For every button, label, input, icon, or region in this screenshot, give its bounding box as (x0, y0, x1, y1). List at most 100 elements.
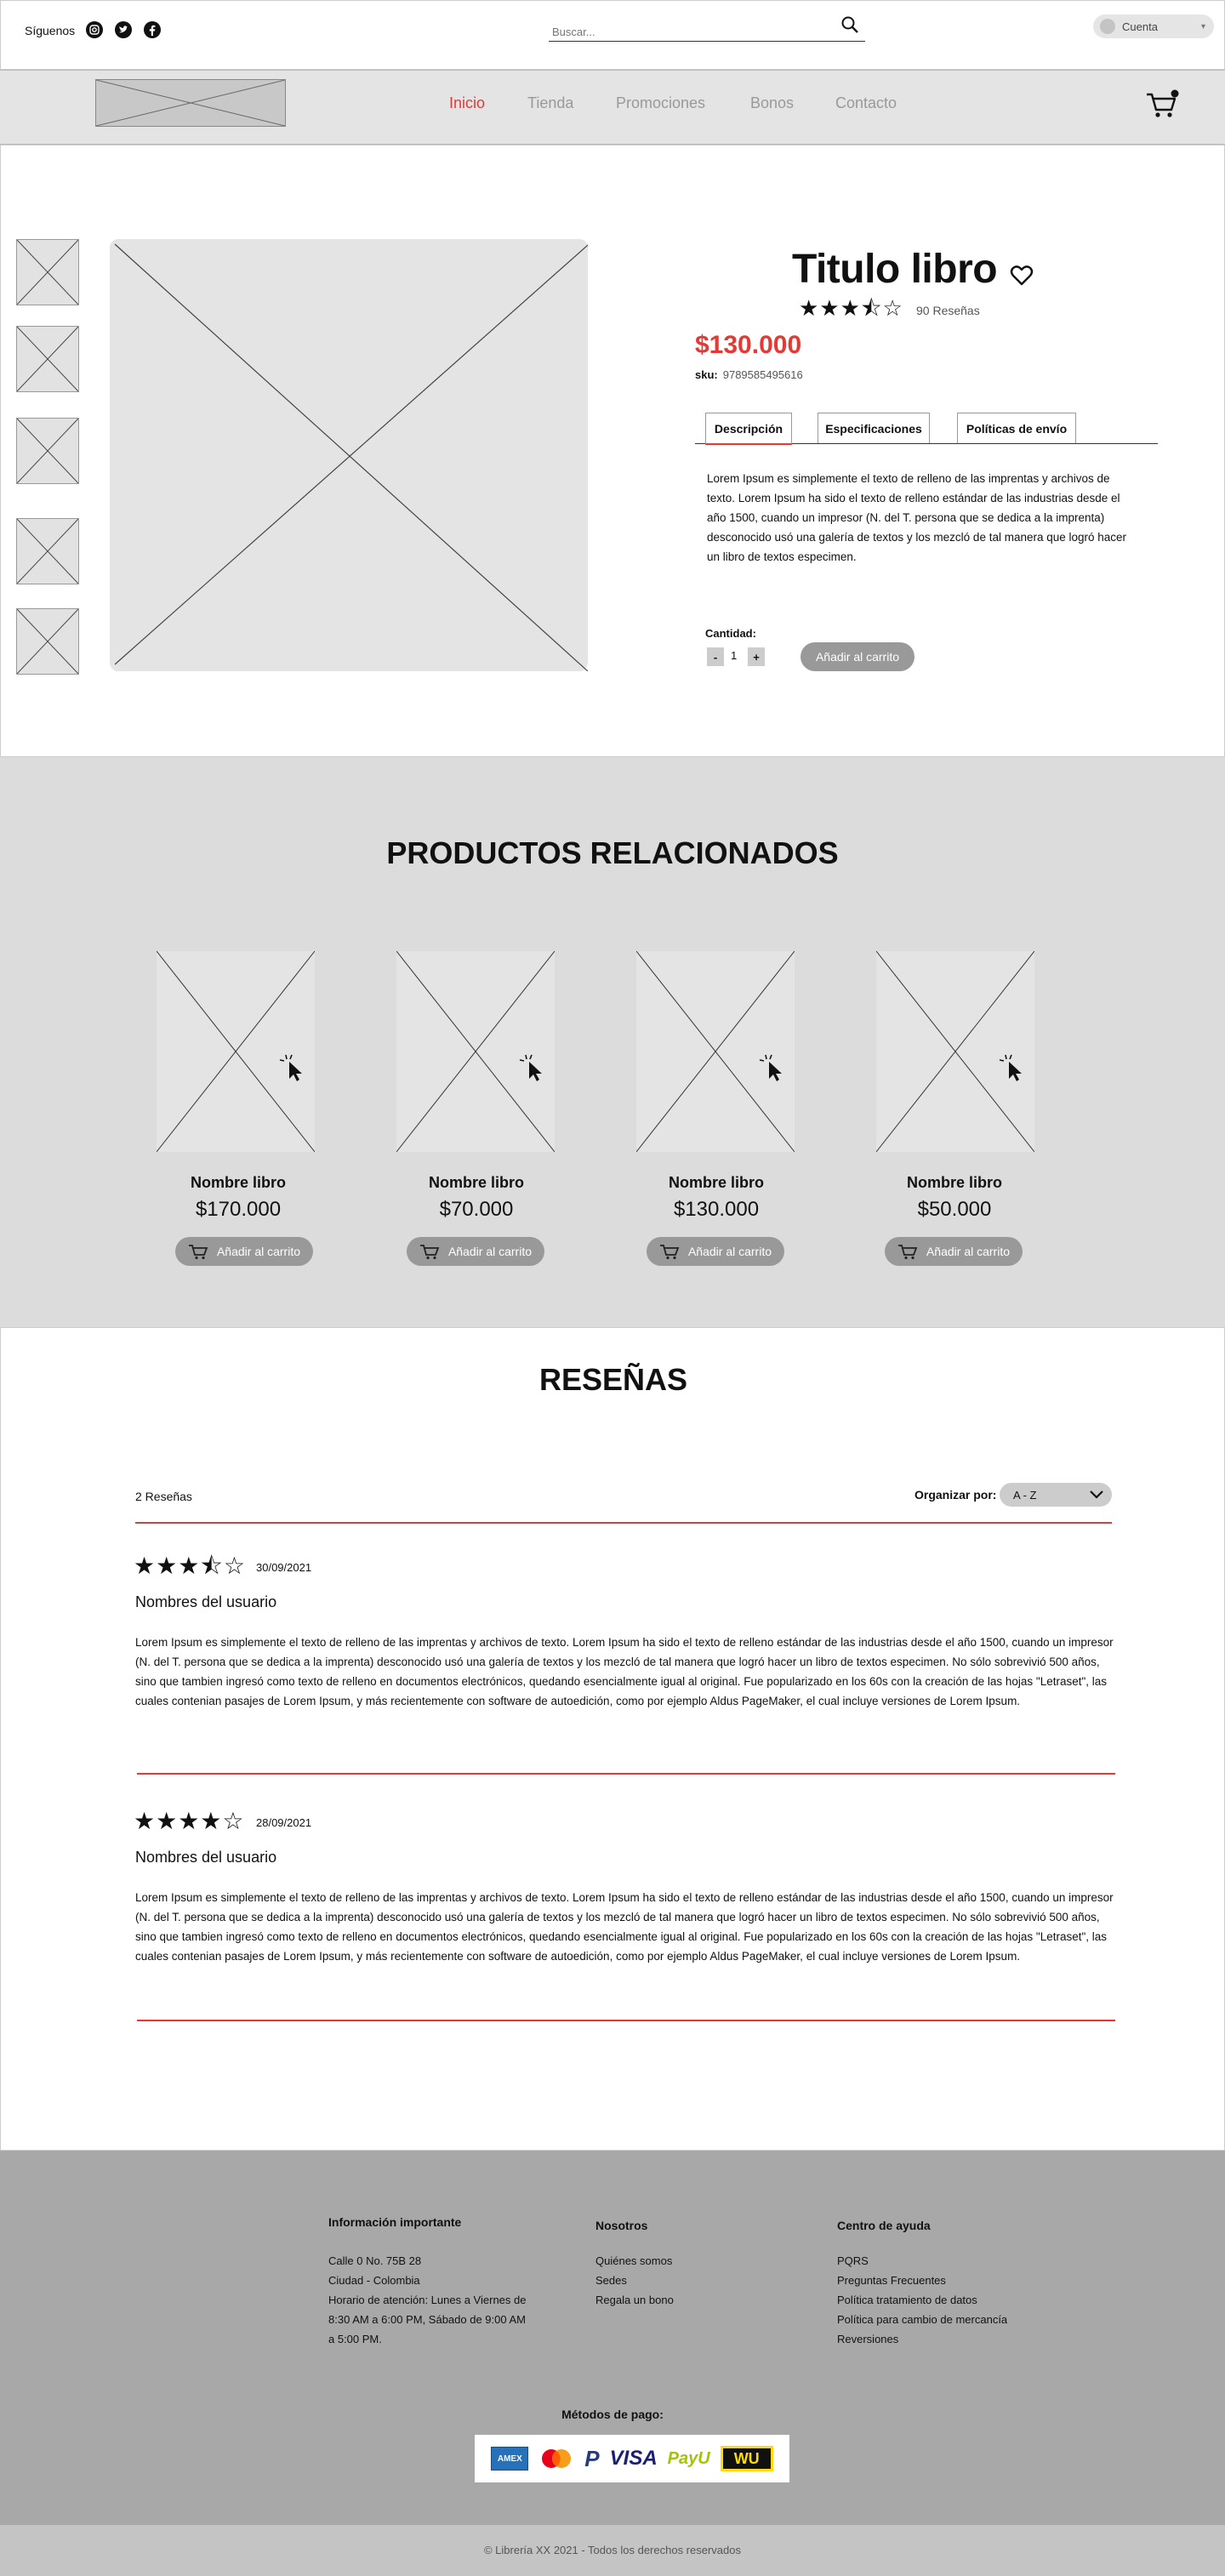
related-product-price: $130.000 (673, 1198, 760, 1221)
related-add-to-cart-button[interactable]: Añadir al carrito (175, 1237, 313, 1266)
product-thumbnail[interactable] (16, 518, 79, 584)
footer-link[interactable]: Regala un bono (595, 2290, 674, 2310)
product-thumbnail[interactable] (16, 608, 79, 675)
cursor-click-icon (519, 1054, 542, 1081)
chevron-down-icon (1090, 1490, 1103, 1499)
instagram-icon[interactable] (86, 21, 103, 38)
add-to-cart-label: Añadir al carrito (687, 1245, 772, 1258)
nav-link-contacto[interactable]: Contacto (835, 94, 897, 112)
tab-especificaciones[interactable]: Especificaciones (818, 413, 930, 443)
sort-select[interactable]: A - Z (1000, 1483, 1112, 1507)
footer-link[interactable]: Política para cambio de mercancía (837, 2310, 1007, 2329)
footer-info-column: Calle 0 No. 75B 28 Ciudad - Colombia Hor… (328, 2251, 526, 2349)
related-product-name[interactable]: Nombre libro (374, 1174, 578, 1192)
footer-link[interactable]: Sedes (595, 2271, 674, 2290)
heart-icon[interactable] (1010, 265, 1034, 287)
facebook-icon[interactable] (144, 21, 161, 38)
footer-link[interactable]: Preguntas Frecuentes (837, 2271, 1007, 2290)
western-union-icon: WU (720, 2446, 773, 2471)
related-product-name[interactable]: Nombre libro (614, 1174, 818, 1192)
add-to-cart-label: Añadir al carrito (926, 1245, 1011, 1258)
footer-link[interactable]: Reversiones (837, 2329, 1007, 2349)
related-product-price: $70.000 (439, 1198, 514, 1221)
reviews-count: 2 Reseñas (135, 1490, 192, 1503)
nav-link-tienda[interactable]: Tienda (527, 94, 573, 112)
divider (137, 1773, 1115, 1775)
quantity-label: Cantidad: (705, 627, 756, 640)
product-title: Titulo libro (792, 247, 998, 292)
twitter-icon[interactable] (115, 21, 132, 38)
reviews-count[interactable]: 90 Reseñas (916, 304, 980, 317)
tab-politicas-envio[interactable]: Políticas de envío (957, 413, 1076, 443)
related-add-to-cart-button[interactable]: Añadir al carrito (407, 1237, 544, 1266)
footer-link[interactable]: PQRS (837, 2251, 1007, 2271)
cursor-click-icon (999, 1054, 1022, 1081)
footer-ayuda-title: Centro de ayuda (837, 2219, 931, 2232)
copyright: © Librería XX 2021 - Todos los derechos … (0, 2525, 1225, 2576)
visa-icon: VISA (609, 2447, 658, 2470)
add-to-cart-button[interactable]: Añadir al carrito (801, 642, 914, 671)
add-to-cart-label: Añadir al carrito (216, 1245, 301, 1258)
footer-link[interactable]: Quiénes somos (595, 2251, 674, 2271)
sku-value: 9789585495616 (722, 368, 803, 381)
footer-nosotros-column: Quiénes somos Sedes Regala un bono (595, 2251, 674, 2310)
search-input[interactable] (549, 18, 865, 42)
main-nav: Inicio Tienda Promociones Bonos Contacto (0, 70, 1225, 145)
footer-info-line: Horario de atención: Lunes a Viernes de (328, 2294, 527, 2306)
nav-link-inicio[interactable]: Inicio (449, 94, 485, 112)
footer-link[interactable]: Política tratamiento de datos (837, 2290, 1007, 2310)
related-product-image[interactable] (876, 951, 1034, 1152)
cart-icon (188, 1245, 208, 1260)
related-product-name[interactable]: Nombre libro (852, 1174, 1057, 1192)
review-rating-stars: ★★★⯪☆ (134, 1553, 246, 1579)
cursor-click-icon (759, 1054, 782, 1081)
quantity-value[interactable]: 1 (731, 649, 737, 662)
related-product-name[interactable]: Nombre libro (136, 1174, 340, 1192)
related-add-to-cart-button[interactable]: Añadir al carrito (647, 1237, 784, 1266)
related-product-price: $170.000 (195, 1198, 282, 1221)
footer-info-title: Información importante (328, 2215, 462, 2229)
payu-icon: PayU (667, 2448, 710, 2468)
add-to-cart-label: Añadir al carrito (447, 1245, 533, 1258)
sort-label: Organizar por: (914, 1488, 997, 1502)
nav-link-promociones[interactable]: Promociones (616, 94, 705, 112)
product-main-image (110, 239, 588, 671)
review-rating-stars: ★★★★☆ (134, 1808, 245, 1834)
nav-link-bonos[interactable]: Bonos (750, 94, 794, 112)
paypal-icon: P (584, 2445, 600, 2471)
review-date: 30/09/2021 (256, 1561, 312, 1574)
product-sku: sku: 9789585495616 (695, 368, 803, 381)
review-user-name: Nombres del usuario (135, 1849, 277, 1866)
chevron-down-icon: ▾ (1200, 21, 1205, 31)
review-text: Lorem Ipsum es simplemente el texto de r… (135, 1891, 1114, 1963)
search-icon[interactable] (840, 14, 860, 35)
logo-placeholder[interactable] (95, 79, 286, 127)
related-add-to-cart-button[interactable]: Añadir al carrito (885, 1237, 1023, 1266)
sku-label: sku: (695, 368, 718, 381)
review-text: Lorem Ipsum es simplemente el texto de r… (135, 1636, 1114, 1707)
related-product-image[interactable] (396, 951, 555, 1152)
related-product-image[interactable] (157, 951, 315, 1152)
account-dropdown[interactable]: Cuenta ▾ (1093, 14, 1214, 38)
avatar-icon (1100, 19, 1115, 34)
review-date: 28/09/2021 (256, 1816, 312, 1829)
review-user-name: Nombres del usuario (135, 1593, 277, 1610)
related-product-image[interactable] (636, 951, 795, 1152)
divider (135, 1522, 1112, 1524)
reviews-title: RESEÑAS (538, 1362, 688, 1397)
footer: Información importante Calle 0 No. 75B 2… (0, 2151, 1225, 2525)
product-rating-stars: ★★★⯪☆ (799, 295, 903, 321)
cart-icon[interactable] (1145, 89, 1179, 120)
product-thumbnail[interactable] (16, 239, 79, 305)
footer-info-line: 8:30 AM a 6:00 PM, Sábado de 9:00 AM (328, 2313, 526, 2326)
product-thumbnail[interactable] (16, 326, 79, 392)
mastercard-icon (542, 2449, 572, 2468)
footer-ayuda-column: PQRS Preguntas Frecuentes Política trata… (837, 2251, 1007, 2349)
cart-icon (419, 1245, 440, 1260)
quantity-increase-button[interactable]: + (748, 647, 765, 666)
tab-descripcion[interactable]: Descripción (705, 413, 792, 445)
product-price: $130.000 (695, 331, 802, 359)
product-thumbnail[interactable] (16, 418, 79, 484)
reviews-section: RESEÑAS 2 Reseñas Organizar por: A - Z ★… (0, 1327, 1225, 2151)
quantity-decrease-button[interactable]: - (707, 647, 724, 666)
